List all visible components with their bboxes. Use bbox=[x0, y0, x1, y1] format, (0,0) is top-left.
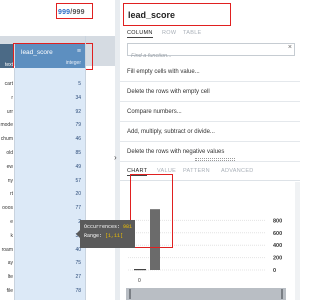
table-row[interactable]: file 78 bbox=[0, 285, 85, 298]
tooltip-occurrences-label: Occurrences: bbox=[84, 224, 121, 230]
function-search[interactable]: × bbox=[127, 43, 295, 62]
table-row[interactable]: ew 49 bbox=[0, 161, 85, 174]
table-row[interactable]: mode 79 bbox=[0, 119, 85, 132]
lead-score-cell[interactable]: 20 bbox=[15, 191, 81, 197]
lead-score-cell[interactable]: 40 bbox=[15, 247, 81, 253]
previous-cell[interactable]: file bbox=[0, 288, 13, 294]
range-slider-left-handle[interactable] bbox=[129, 289, 131, 299]
lead-score-cell[interactable]: 34 bbox=[15, 95, 81, 101]
x-tick-label: 0 bbox=[138, 278, 141, 284]
lead-score-cell[interactable]: 5 bbox=[15, 81, 81, 87]
lead-score-cell[interactable]: 79 bbox=[15, 122, 81, 128]
table-row[interactable]: ny 57 bbox=[0, 175, 85, 188]
lead-score-cell[interactable]: 2 bbox=[15, 219, 81, 225]
table-row[interactable]: ooos 77 bbox=[0, 202, 85, 215]
resize-handle[interactable] bbox=[195, 158, 235, 161]
lead-score-cell[interactable]: 57 bbox=[15, 178, 81, 184]
tab-table[interactable]: TABLE bbox=[183, 30, 202, 36]
function-search-input[interactable] bbox=[128, 50, 278, 62]
suggestion-arithmetic[interactable]: Add, multiply, subtract or divide... bbox=[120, 122, 300, 142]
previous-cell[interactable]: lte bbox=[0, 274, 13, 280]
column-details-panel: lead_score COLUMN ROW TABLE × Fill empty… bbox=[120, 0, 300, 300]
table-row[interactable]: e2 bbox=[0, 216, 85, 229]
range-slider[interactable] bbox=[126, 288, 286, 300]
previous-cell[interactable]: k bbox=[0, 233, 14, 239]
previous-cell[interactable]: mode bbox=[0, 122, 13, 128]
suggestion-fill-empty[interactable]: Fill empty cells with value... bbox=[120, 62, 300, 82]
baseline-mark bbox=[134, 269, 146, 271]
lead-score-cell[interactable]: 46 bbox=[15, 136, 81, 142]
previous-cell[interactable]: ooos bbox=[0, 205, 13, 211]
table-row[interactable]: r 34 bbox=[0, 92, 85, 105]
table-row[interactable]: lte 27 bbox=[0, 271, 85, 284]
histogram-highlight bbox=[130, 174, 173, 248]
column-header-highlight bbox=[13, 43, 93, 70]
title-highlight bbox=[123, 3, 231, 26]
data-grid: 999/999 text lead_score ≡ integer cart 5 r… bbox=[0, 0, 115, 300]
vertical-scrollbar[interactable] bbox=[295, 182, 300, 300]
table-row[interactable]: roam 40 bbox=[0, 244, 85, 257]
table-row[interactable]: urr 92 bbox=[0, 106, 85, 119]
lead-score-cell[interactable]: 77 bbox=[15, 205, 81, 211]
y-tick-label: 600 bbox=[273, 231, 282, 237]
lead-score-cell[interactable]: 78 bbox=[15, 288, 81, 294]
histogram-tooltip: Occurrences: 981 Range: [1,11[ bbox=[80, 220, 135, 248]
tooltip-range-value: [1,11[ bbox=[105, 233, 124, 239]
y-tick-label: 200 bbox=[273, 256, 282, 262]
column-separator bbox=[85, 36, 86, 300]
previous-cell[interactable]: rt bbox=[0, 191, 13, 197]
lead-score-cell[interactable]: 85 bbox=[15, 150, 81, 156]
lead-score-cell[interactable]: 75 bbox=[15, 260, 81, 266]
y-tick-label: 0 bbox=[273, 268, 276, 274]
previous-cell[interactable]: r bbox=[0, 95, 13, 101]
previous-cell[interactable]: cart bbox=[0, 81, 13, 87]
previous-cell[interactable]: e bbox=[0, 219, 13, 225]
tab-pattern[interactable]: PATTERN bbox=[183, 168, 210, 174]
y-tick-label: 400 bbox=[273, 243, 282, 249]
lead-score-cell[interactable]: 35 bbox=[15, 233, 81, 239]
clear-search-icon[interactable]: × bbox=[288, 44, 292, 51]
previous-cell[interactable]: ay bbox=[0, 260, 13, 266]
table-row[interactable]: old 85 bbox=[0, 147, 85, 160]
grid-toolbar: 999/999 bbox=[0, 0, 115, 36]
row-count-highlight bbox=[56, 3, 93, 19]
range-slider-right-handle[interactable] bbox=[281, 289, 283, 299]
lead-score-cell[interactable]: 49 bbox=[15, 164, 81, 170]
previous-cell[interactable]: roam bbox=[0, 247, 13, 253]
tooltip-range-label: Range: bbox=[84, 233, 103, 239]
tab-advanced[interactable]: ADVANCED bbox=[221, 168, 254, 174]
lead-score-cell[interactable]: 27 bbox=[15, 274, 81, 280]
previous-cell[interactable]: ny bbox=[0, 178, 13, 184]
previous-cell[interactable]: ew bbox=[0, 164, 13, 170]
lead-score-cell[interactable]: 92 bbox=[15, 109, 81, 115]
panel-tabs: COLUMN ROW TABLE bbox=[127, 30, 297, 40]
table-row[interactable]: cart 5 bbox=[0, 78, 85, 91]
tooltip-occurrences-value: 981 bbox=[123, 224, 133, 230]
table-row[interactable]: rt 20 bbox=[0, 188, 85, 201]
suggestion-compare-numbers[interactable]: Compare numbers... bbox=[120, 102, 300, 122]
suggestion-delete-empty-rows[interactable]: Delete the rows with empty cell bbox=[120, 82, 300, 102]
previous-cell[interactable]: chum bbox=[0, 136, 13, 142]
table-row[interactable]: chum 46 bbox=[0, 133, 85, 146]
previous-cell[interactable]: old bbox=[0, 150, 13, 156]
y-tick-label: 800 bbox=[273, 218, 282, 224]
tab-column[interactable]: COLUMN bbox=[127, 30, 153, 38]
table-row[interactable]: k 35 bbox=[0, 230, 85, 243]
tab-row[interactable]: ROW bbox=[162, 30, 176, 36]
table-row[interactable]: ay 75 bbox=[0, 257, 85, 270]
previous-cell[interactable]: urr bbox=[0, 109, 13, 115]
collapse-panel-icon[interactable]: › bbox=[114, 153, 117, 162]
